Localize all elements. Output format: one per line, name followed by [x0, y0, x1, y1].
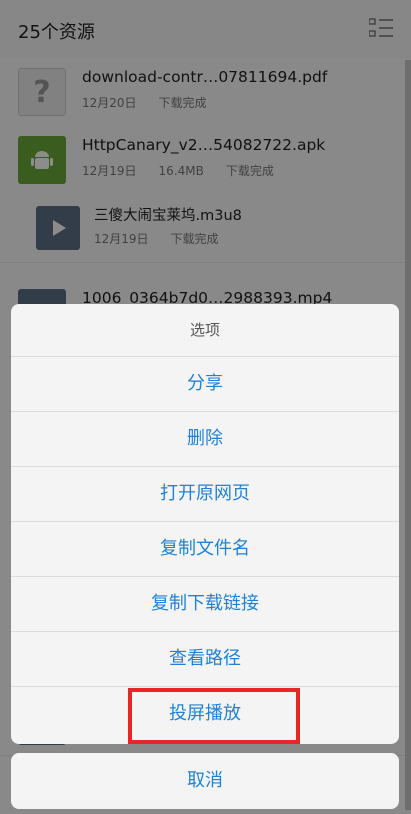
copy-download-link-option[interactable]: 复制下载链接	[11, 577, 399, 632]
cancel-button[interactable]: 取消	[11, 753, 399, 809]
open-original-page-option[interactable]: 打开原网页	[11, 467, 399, 522]
dialog-title: 选项	[11, 304, 399, 357]
share-option[interactable]: 分享	[11, 357, 399, 412]
delete-option[interactable]: 删除	[11, 412, 399, 467]
copy-filename-option[interactable]: 复制文件名	[11, 522, 399, 577]
options-dialog: 选项 分享 删除 打开原网页 复制文件名 复制下载链接 查看路径 投屏播放	[11, 304, 399, 744]
view-path-option[interactable]: 查看路径	[11, 632, 399, 687]
highlight-box	[128, 688, 300, 744]
